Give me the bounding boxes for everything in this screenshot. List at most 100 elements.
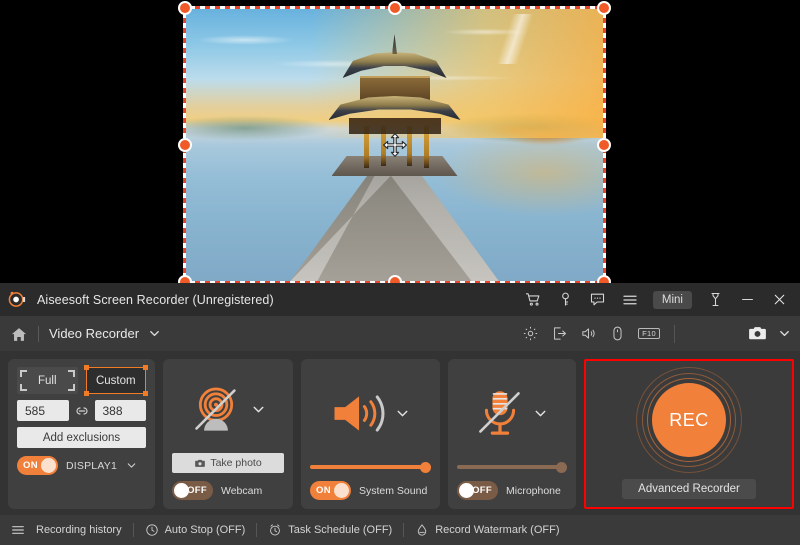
auto-stop-item[interactable]: Auto Stop (OFF) (134, 523, 257, 537)
microphone-volume-slider[interactable] (457, 461, 567, 473)
toggle-knob (174, 483, 189, 498)
chevron-down-icon[interactable] (394, 405, 411, 422)
home-icon[interactable] (10, 326, 28, 342)
settings-gear-icon[interactable] (522, 325, 539, 342)
microphone-card: OFF Microphone (448, 359, 576, 509)
chevron-down-icon[interactable] (250, 401, 267, 418)
rec-button-wrap: REC (636, 367, 742, 473)
display-select-label[interactable]: DISPLAY1 (66, 460, 117, 472)
cart-icon[interactable] (519, 287, 549, 313)
microphone-disabled-icon[interactable] (476, 388, 524, 438)
record-watermark-item[interactable]: Record Watermark (OFF) (404, 523, 570, 537)
pin-icon[interactable] (700, 287, 730, 313)
microphone-toggle[interactable]: OFF (457, 481, 498, 500)
system-sound-toggle[interactable]: ON (310, 481, 351, 500)
main-content: Full Custom Add exc (0, 351, 800, 515)
webcam-toggle-state: OFF (187, 485, 207, 496)
microphone-label: Microphone (506, 485, 561, 497)
add-exclusions-button[interactable]: Add exclusions (17, 427, 146, 448)
crop-corner-icon (68, 384, 75, 391)
slider-thumb[interactable] (556, 462, 567, 473)
microphone-toggle-state: OFF (472, 485, 492, 496)
system-sound-controls: ON System Sound (301, 461, 440, 509)
crop-corner-icon (20, 370, 27, 377)
rec-ring-inner (647, 378, 731, 462)
recorder-mode-label[interactable]: Video Recorder (49, 326, 139, 341)
toggle-knob (459, 483, 474, 498)
mini-mode-button[interactable]: Mini (653, 291, 692, 309)
full-button-label: Full (38, 375, 57, 387)
capture-region-preview[interactable] (185, 8, 604, 282)
list-menu-icon[interactable] (10, 522, 26, 538)
record-panel: REC Advanced Recorder (584, 359, 794, 509)
toolbar-divider (38, 326, 39, 342)
dimensions-row (17, 400, 146, 421)
watermark-drop-icon (415, 523, 429, 537)
chevron-down-icon[interactable] (777, 326, 792, 341)
export-icon[interactable] (551, 325, 568, 342)
webcam-controls: Take photo OFF Webcam (163, 453, 293, 509)
full-screen-button[interactable]: Full (17, 367, 78, 394)
display-toggle-state: ON (23, 460, 38, 471)
custom-region-button[interactable]: Custom (86, 367, 147, 394)
region-mode-buttons: Full Custom (17, 367, 146, 394)
advanced-recorder-button[interactable]: Advanced Recorder (622, 479, 756, 499)
custom-handle-icon (143, 391, 148, 396)
webcam-icon-row (163, 359, 293, 453)
width-input[interactable] (17, 400, 69, 421)
feedback-icon[interactable] (583, 287, 613, 313)
sound-icon[interactable] (580, 325, 597, 342)
webcam-toggle[interactable]: OFF (172, 481, 213, 500)
webcam-disabled-icon[interactable] (190, 385, 242, 433)
chevron-down-icon[interactable] (532, 405, 549, 422)
app-title: Aiseesoft Screen Recorder (Unregistered) (37, 293, 274, 307)
snapshot-group (747, 324, 792, 343)
system-sound-icon-row (301, 359, 440, 461)
link-ratio-icon[interactable] (74, 403, 90, 419)
key-icon[interactable] (551, 287, 581, 313)
system-sound-toggle-state: ON (316, 485, 331, 496)
crop-corner-icon (68, 370, 75, 377)
display-toggle[interactable]: ON (17, 456, 58, 475)
chevron-down-icon[interactable] (125, 459, 138, 472)
microphone-controls: OFF Microphone (448, 461, 576, 509)
toolbar-icon-group: F10 (522, 324, 792, 343)
microphone-icon-row (448, 359, 576, 461)
slider-thumb[interactable] (420, 462, 431, 473)
custom-handle-icon (84, 365, 89, 370)
mouse-icon[interactable] (609, 325, 626, 342)
display-row: ON DISPLAY1 (17, 456, 146, 475)
custom-handle-icon (84, 391, 89, 396)
photo-pavilion-platform (332, 156, 458, 176)
task-schedule-item[interactable]: Task Schedule (OFF) (257, 523, 403, 537)
title-bar[interactable]: Aiseesoft Screen Recorder (Unregistered) (0, 283, 800, 316)
slider-track (457, 465, 567, 469)
microphone-footer: OFF Microphone (457, 481, 567, 500)
take-photo-button[interactable]: Take photo (172, 453, 284, 473)
menu-icon[interactable] (615, 287, 645, 313)
toolbar: Video Recorder (0, 316, 800, 351)
toolbar-right-divider (674, 325, 675, 343)
close-button[interactable] (764, 287, 794, 313)
clock-icon (145, 523, 159, 537)
height-input[interactable] (95, 400, 147, 421)
captured-screen-image (185, 8, 604, 282)
task-schedule-label: Task Schedule (OFF) (288, 524, 392, 536)
slider-track (310, 465, 431, 469)
hotkey-badge[interactable]: F10 (638, 328, 660, 340)
recording-history-label: Recording history (36, 524, 122, 536)
speaker-icon[interactable] (330, 390, 386, 437)
recording-history-item[interactable]: Recording history (36, 524, 133, 536)
webcam-card: Take photo OFF Webcam (163, 359, 293, 509)
system-sound-volume-slider[interactable] (310, 461, 431, 473)
crop-corner-icon (20, 384, 27, 391)
title-bar-actions: Mini (519, 287, 794, 313)
status-bar: Recording history Auto Stop (OFF) Task S… (0, 515, 800, 545)
minimize-button[interactable] (732, 287, 762, 313)
capture-region-card: Full Custom Add exc (8, 359, 155, 509)
toggle-knob (41, 458, 56, 473)
webcam-label: Webcam (221, 485, 262, 497)
camera-icon[interactable] (747, 324, 768, 343)
chevron-down-icon[interactable] (147, 326, 162, 341)
camera-icon (194, 458, 206, 469)
